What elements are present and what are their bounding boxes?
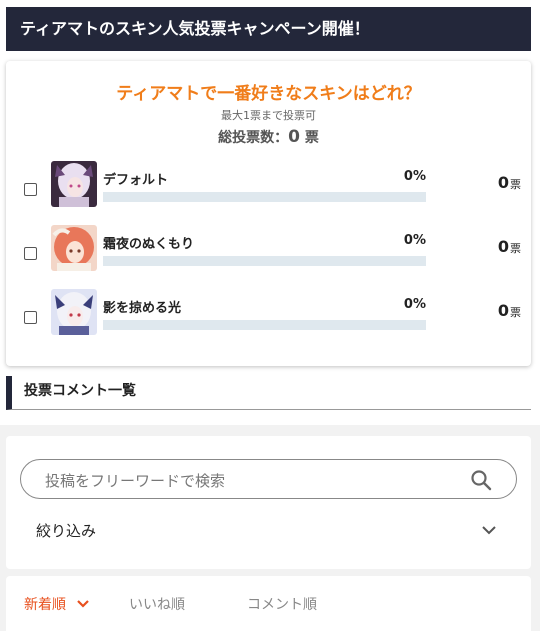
option-votes: 0票 bbox=[498, 237, 521, 256]
sort-tabs: 新着順 いいね順 コメント順 bbox=[6, 576, 531, 636]
option-progress-bar bbox=[103, 192, 426, 202]
poll-option: 影を掠める光 0% 0票 bbox=[6, 289, 531, 339]
option-votes-unit: 票 bbox=[510, 178, 521, 191]
poll-option: 霜夜のぬくもり 0% 0票 bbox=[6, 225, 531, 275]
option-percent: 0% bbox=[403, 233, 426, 248]
skin-thumbnail-frost-night bbox=[51, 225, 97, 271]
poll-question: ティアマトで一番好きなスキンはどれ？ bbox=[116, 84, 421, 104]
option-votes-unit: 票 bbox=[510, 306, 521, 319]
poll-total-label: 総投票数： bbox=[218, 130, 289, 146]
option-name: 霜夜のぬくもり bbox=[103, 237, 195, 252]
option-checkbox[interactable] bbox=[24, 247, 37, 260]
chevron-down-icon[interactable] bbox=[76, 599, 90, 609]
search-icon[interactable] bbox=[470, 469, 492, 491]
option-checkbox[interactable] bbox=[24, 183, 37, 196]
sort-tab-comments[interactable]: コメント順 bbox=[247, 594, 317, 614]
option-name: 影を掠める光 bbox=[103, 301, 182, 316]
option-name: デフォルト bbox=[103, 173, 169, 188]
page-title: ティアマトのスキン人気投票キャンペーン開催！ bbox=[6, 7, 531, 51]
option-votes-value: 0 bbox=[497, 173, 509, 192]
search-placeholder: 投稿をフリーワードで検索 bbox=[45, 472, 226, 490]
option-votes: 0票 bbox=[498, 173, 521, 192]
option-votes-unit: 票 bbox=[510, 242, 521, 255]
poll-total-unit: 票 bbox=[304, 130, 319, 146]
option-progress-bar bbox=[103, 256, 426, 266]
search-input[interactable]: 投稿をフリーワードで検索 bbox=[20, 459, 517, 499]
option-votes-value: 0 bbox=[497, 237, 509, 256]
option-checkbox[interactable] bbox=[24, 311, 37, 324]
poll-card: ティアマトで一番好きなスキンはどれ？ 最大1票まで投票可 総投票数：0 票 デフ… bbox=[6, 61, 531, 366]
chevron-down-icon[interactable] bbox=[481, 524, 497, 536]
option-percent: 0% bbox=[403, 169, 426, 184]
skin-thumbnail-default bbox=[51, 161, 97, 207]
filter-label[interactable]: 絞り込み bbox=[36, 520, 96, 541]
comments-heading: 投票コメント一覧 bbox=[6, 376, 531, 410]
sort-tab-newest[interactable]: 新着順 bbox=[24, 594, 66, 614]
sort-tab-likes[interactable]: いいね順 bbox=[129, 594, 185, 614]
poll-option: デフォルト 0% 0票 bbox=[6, 161, 531, 211]
option-votes: 0票 bbox=[498, 301, 521, 320]
poll-total-value: 0 bbox=[288, 127, 300, 147]
poll-note: 最大1票まで投票可 bbox=[221, 109, 316, 122]
option-progress-bar bbox=[103, 320, 426, 330]
poll-total: 総投票数：0 票 bbox=[6, 127, 531, 147]
search-card: 投稿をフリーワードで検索 絞り込み bbox=[6, 436, 531, 569]
option-votes-value: 0 bbox=[497, 301, 509, 320]
option-percent: 0% bbox=[403, 297, 426, 312]
skin-thumbnail-shadow-light bbox=[51, 289, 97, 335]
